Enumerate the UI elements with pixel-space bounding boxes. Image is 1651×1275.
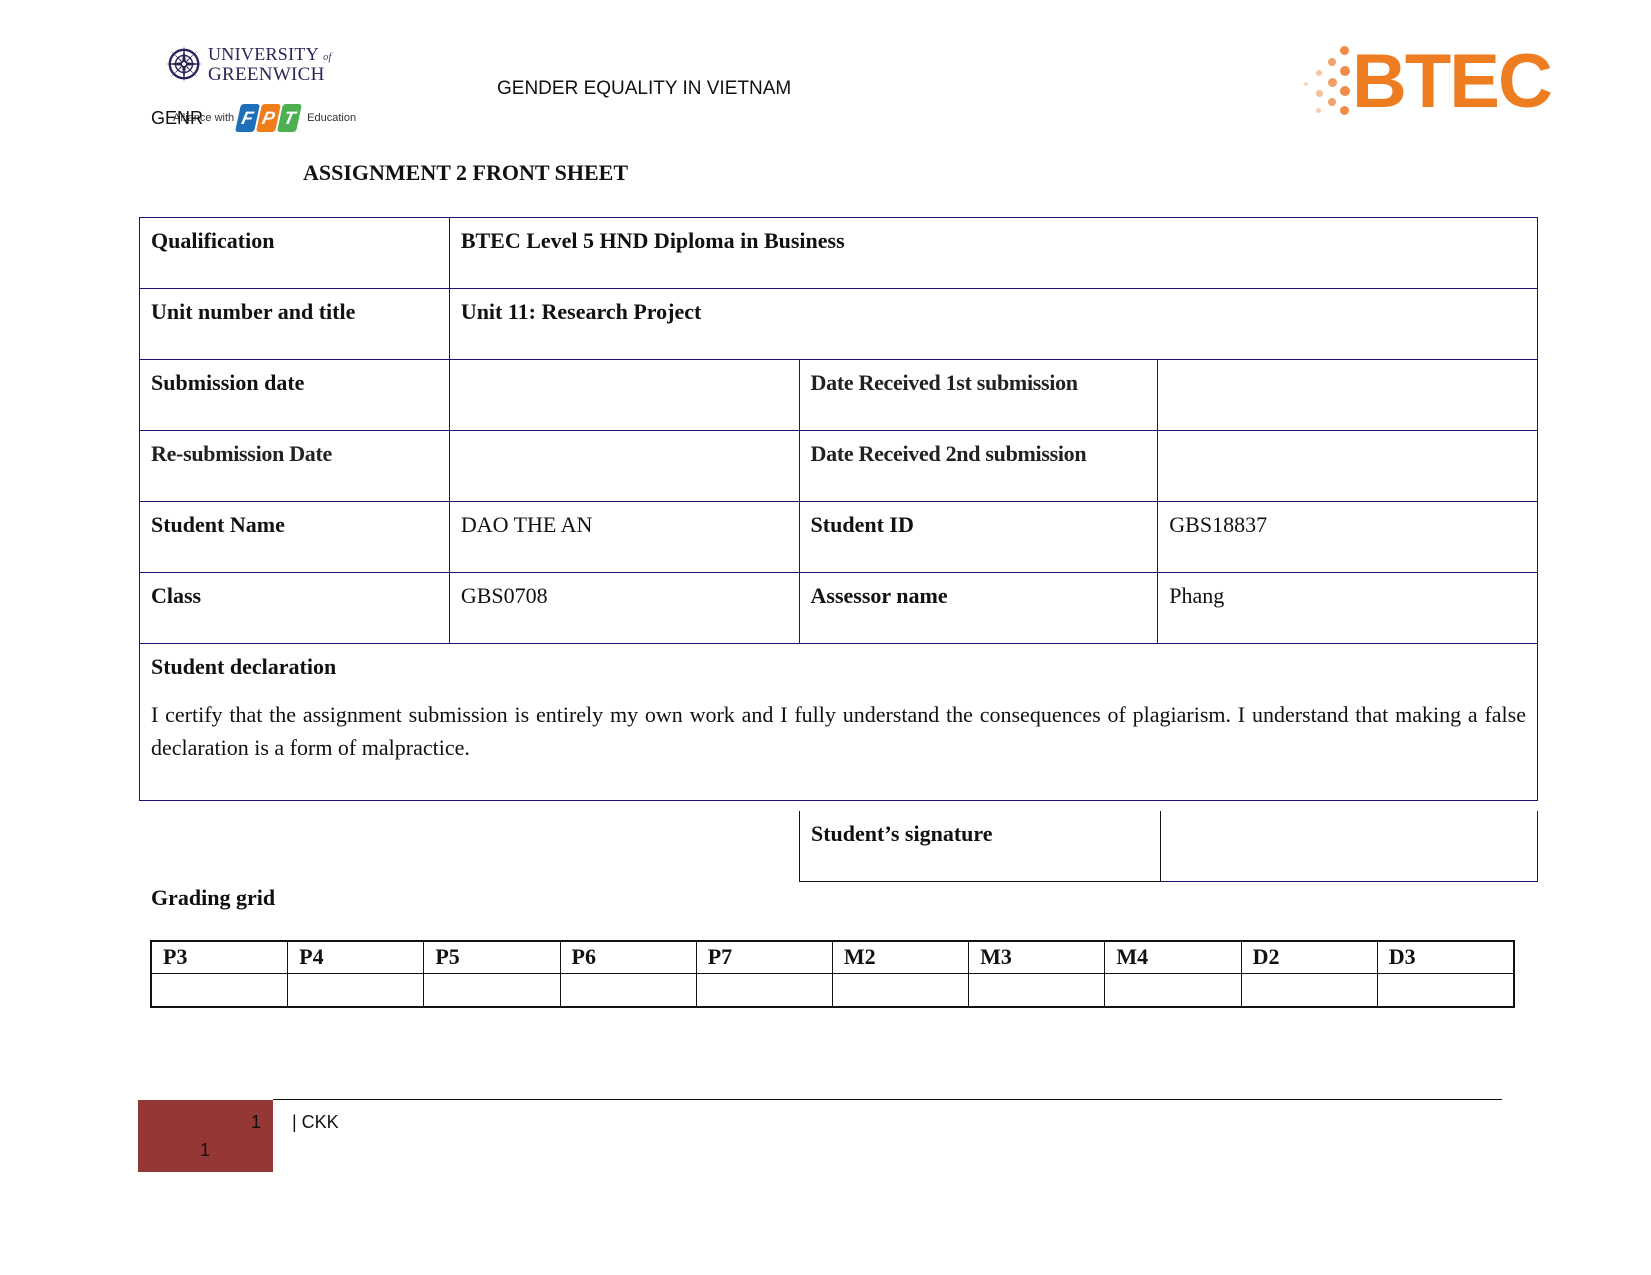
- row-student: Student Name DAO THE AN Student ID GBS18…: [139, 501, 1538, 573]
- date-received-1-label: Date Received 1st submission: [798, 359, 1159, 431]
- fpt-letter-t: T: [277, 104, 303, 132]
- class-label: Class: [139, 572, 450, 644]
- fpt-education-text: Education: [307, 112, 357, 124]
- grading-grid-table: P3 P4 P5 P6 P7 M2 M3 M4 D2 D3: [150, 940, 1515, 1008]
- page-number-bottom: 1: [200, 1140, 211, 1160]
- btec-dots-icon: [1302, 44, 1352, 120]
- qualification-label: Qualification: [139, 217, 450, 289]
- grading-value-row: [150, 973, 1515, 1008]
- signature-table: Student’s signature: [799, 811, 1538, 882]
- resubmission-date-label: Re-submission Date: [139, 430, 450, 502]
- class-value[interactable]: GBS0708: [448, 572, 800, 644]
- signature-label: Student’s signature: [799, 811, 1161, 882]
- unit-value: Unit 11: Research Project: [448, 288, 1539, 360]
- btec-logo: BTEC: [1302, 39, 1553, 124]
- sheet-title: ASSIGNMENT 2 FRONT SHEET: [303, 160, 628, 185]
- submission-date-label: Submission date: [139, 359, 450, 431]
- student-id-label: Student ID: [798, 501, 1159, 573]
- student-name-value[interactable]: DAO THE AN: [448, 501, 800, 573]
- date-received-2-label: Date Received 2nd submission: [798, 430, 1159, 502]
- uog-line1: UNIVERSITY: [208, 43, 319, 64]
- row-submission: Submission date Date Received 1st submis…: [139, 359, 1538, 431]
- document-header-title: GENDER EQUALITY IN VIETNAM: [497, 78, 792, 99]
- grade-header: P7: [695, 940, 833, 974]
- unit-label: Unit number and title: [139, 288, 450, 360]
- compass-rose-icon: [165, 45, 203, 83]
- fpt-education-logo: GENR Alliance with F P T Education: [151, 100, 356, 136]
- declaration-cell: Student declaration I certify that the a…: [139, 643, 1538, 801]
- grading-grid-title: Grading grid: [151, 885, 276, 910]
- grade-cell[interactable]: [559, 973, 697, 1008]
- assessor-value[interactable]: Phang: [1157, 572, 1538, 644]
- grade-cell[interactable]: [1240, 973, 1378, 1008]
- grade-cell[interactable]: [150, 973, 289, 1008]
- grade-cell[interactable]: [423, 973, 561, 1008]
- row-declaration: Student declaration I certify that the a…: [139, 643, 1538, 801]
- grade-cell[interactable]: [287, 973, 425, 1008]
- grade-header: P3: [150, 940, 289, 974]
- front-sheet-table: Qualification BTEC Level 5 HND Diploma i…: [139, 217, 1539, 801]
- overlay-text: GENR: [151, 107, 204, 128]
- footer-divider: [273, 1099, 1502, 1100]
- date-received-1-value[interactable]: [1157, 359, 1538, 431]
- signature-value[interactable]: [1160, 811, 1538, 882]
- grade-cell[interactable]: [968, 973, 1106, 1008]
- grade-cell[interactable]: [1376, 973, 1515, 1008]
- footer-page-box: 1 1: [138, 1100, 273, 1172]
- grade-cell[interactable]: [831, 973, 970, 1008]
- btec-text: BTEC: [1352, 39, 1553, 124]
- grading-header-row: P3 P4 P5 P6 P7 M2 M3 M4 D2 D3: [150, 940, 1515, 974]
- declaration-text: I certify that the assignment submission…: [151, 702, 1526, 760]
- grade-header: P6: [559, 940, 697, 974]
- grade-cell[interactable]: [695, 973, 833, 1008]
- grade-header: P4: [287, 940, 425, 974]
- row-qualification: Qualification BTEC Level 5 HND Diploma i…: [139, 217, 1539, 289]
- grade-cell[interactable]: [1104, 973, 1242, 1008]
- grade-header: M2: [831, 940, 970, 974]
- student-name-label: Student Name: [139, 501, 450, 573]
- qualification-value: BTEC Level 5 HND Diploma in Business: [448, 217, 1539, 289]
- submission-date-value[interactable]: [448, 359, 800, 431]
- page-number-top: 1: [250, 1112, 261, 1132]
- grade-header: M3: [968, 940, 1106, 974]
- date-received-2-value[interactable]: [1157, 430, 1538, 502]
- university-of-greenwich-logo: UNIVERSITY of GREENWICH: [165, 43, 332, 85]
- uog-line2: GREENWICH: [208, 63, 325, 85]
- declaration-label: Student declaration: [151, 654, 337, 679]
- grade-header: D3: [1376, 940, 1515, 974]
- grade-header: P5: [423, 940, 561, 974]
- grade-header: D2: [1240, 940, 1378, 974]
- student-id-value[interactable]: GBS18837: [1157, 501, 1538, 573]
- footer-text: | CKK: [292, 1112, 339, 1132]
- uog-of: of: [323, 51, 332, 63]
- row-unit: Unit number and title Unit 11: Research …: [139, 288, 1539, 360]
- row-resubmission: Re-submission Date Date Received 2nd sub…: [139, 430, 1538, 502]
- assessor-label: Assessor name: [798, 572, 1159, 644]
- row-class: Class GBS0708 Assessor name Phang: [139, 572, 1538, 644]
- resubmission-date-value[interactable]: [448, 430, 800, 502]
- fpt-letters: F P T: [235, 104, 303, 132]
- grade-header: M4: [1104, 940, 1242, 974]
